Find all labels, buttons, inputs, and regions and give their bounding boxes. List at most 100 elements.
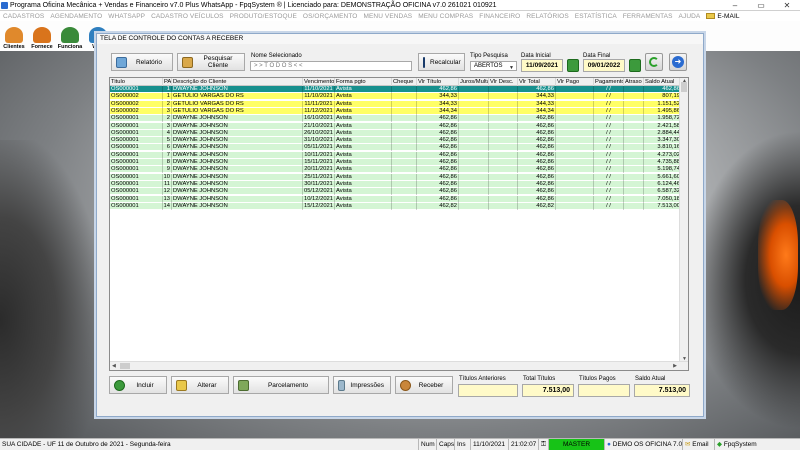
scroll-right-icon[interactable]: ▶ xyxy=(673,363,677,369)
table-cell: 30/11/2021 xyxy=(303,180,335,188)
table-cell: 5.198,74 xyxy=(644,166,682,174)
table-cell xyxy=(624,151,644,159)
table-row[interactable]: OS000001 2 DWAYNE JOHNSON 16/10/2021 Avista 4… xyxy=(110,115,686,123)
toolbar-button[interactable]: Fornece xyxy=(28,21,56,51)
column-header[interactable]: Vlr Título xyxy=(417,78,459,86)
employee-icon xyxy=(61,27,79,43)
column-header[interactable]: Atraso xyxy=(624,78,644,86)
column-header[interactable]: Juros/Multa xyxy=(459,78,489,86)
toolbar-button[interactable]: Funciona xyxy=(56,21,84,51)
data-inicial-field[interactable]: 11/09/2021 xyxy=(521,59,563,72)
table-cell xyxy=(624,137,644,145)
table-row[interactable]: OS000001 9 DWAYNE JOHNSON 20/11/2021 Avista 4… xyxy=(110,166,686,174)
table-cell: 15/12/2021 xyxy=(303,202,335,210)
menu-item[interactable]: FINANCEIRO xyxy=(476,13,523,20)
column-header[interactable]: PA xyxy=(163,78,172,86)
edit-icon xyxy=(176,379,187,391)
alterar-button[interactable]: Alterar xyxy=(171,376,229,394)
menu-item[interactable]: MENU COMPRAS xyxy=(415,13,476,20)
status-email[interactable]: ✉ Email xyxy=(682,439,714,450)
table-cell xyxy=(459,122,489,130)
column-header[interactable]: Vlr Total xyxy=(518,78,556,86)
column-header[interactable]: Descrição do Cliente xyxy=(172,78,303,86)
table-row[interactable]: OS000001 8 DWAYNE JOHNSON 15/11/2021 Avista 4… xyxy=(110,159,686,166)
calendar-icon[interactable] xyxy=(567,59,579,72)
status-fpq[interactable]: ◆ FpqSystem xyxy=(714,439,800,450)
table-cell: 462,86 xyxy=(644,86,682,93)
table-cell: OS000001 xyxy=(110,159,163,166)
refresh-button[interactable] xyxy=(645,53,663,71)
table-cell: DWAYNE JOHNSON xyxy=(172,188,303,196)
table-row[interactable]: OS000001 3 DWAYNE JOHNSON 21/10/2021 Avista 4… xyxy=(110,122,686,130)
nome-selecionado-field[interactable]: > > T O D O S < < xyxy=(250,61,412,71)
menu-item[interactable]: AJUDA xyxy=(676,13,704,20)
table-cell xyxy=(624,100,644,108)
maximize-icon[interactable]: ▭ xyxy=(748,0,774,11)
table-cell xyxy=(489,86,518,93)
nome-selecionado-label: Nome Selecionado xyxy=(251,53,302,59)
column-header[interactable]: Vencimento xyxy=(303,78,335,86)
impressoes-button[interactable]: Impressões xyxy=(333,376,391,394)
table-cell: Avista xyxy=(335,173,392,181)
menu-item[interactable]: MENU VENDAS xyxy=(360,13,415,20)
receber-button[interactable]: Receber xyxy=(395,376,453,394)
menu-item[interactable]: FERRAMENTAS xyxy=(620,13,676,20)
column-header[interactable]: Saldo Atual xyxy=(644,78,682,86)
grid-header: Titulo PA Descrição do Cliente Vencimento Fo… xyxy=(110,78,686,86)
table-row[interactable]: OS000001 1 DWAYNE JOHNSON 11/10/2021 Avista 4… xyxy=(110,86,686,93)
parcelamento-button[interactable]: Parcelamento xyxy=(233,376,329,394)
table-row[interactable]: OS000002 2 GETULIO VARGAS DO RS 11/11/2021 A… xyxy=(110,100,686,108)
menu-item[interactable]: ESTATÍSTICA xyxy=(572,13,620,20)
titles-grid[interactable]: Titulo PA Descrição do Cliente Vencimento Fo… xyxy=(109,77,689,371)
table-row[interactable]: OS000002 3 GETULIO VARGAS DO RS 11/12/2021 A… xyxy=(110,107,686,115)
table-cell: OS000001 xyxy=(110,166,163,174)
table-row[interactable]: OS000001 4 DWAYNE JOHNSON 26/10/2021 Avista 4… xyxy=(110,129,686,137)
table-row[interactable]: OS000001 13 DWAYNE JOHNSON 10/12/2021 Avista… xyxy=(110,195,686,203)
table-row[interactable]: OS000001 11 DWAYNE JOHNSON 30/11/2021 Avista… xyxy=(110,180,686,188)
table-cell: 462,86 xyxy=(518,166,556,174)
column-header[interactable]: Pagamento xyxy=(594,78,624,86)
email-menu-item[interactable]: E-MAIL xyxy=(703,13,742,20)
vertical-scrollbar[interactable]: ▲ ▼ xyxy=(679,78,688,362)
column-header[interactable]: Vlr Desc. xyxy=(489,78,518,86)
data-final-field[interactable]: 09/01/2022 xyxy=(583,59,625,72)
menu-item[interactable]: PRODUTO/ESTOQUE xyxy=(227,13,300,20)
incluir-button[interactable]: Incluir xyxy=(109,376,167,394)
table-cell: 10/12/2021 xyxy=(303,195,335,203)
toolbar-button[interactable]: Clientes xyxy=(0,21,28,51)
pesquisar-cliente-button[interactable]: Pesquisar Cliente xyxy=(177,53,245,71)
menu-item[interactable]: OS/ORÇAMENTO xyxy=(300,13,361,20)
scrollbar-thumb[interactable] xyxy=(681,82,687,92)
menu-item[interactable]: CADASTRO VEÍCULOS xyxy=(148,13,227,20)
horizontal-scrollbar[interactable]: ◀ ▶ xyxy=(110,361,688,370)
table-row[interactable]: OS000001 14 DWAYNE JOHNSON 15/12/2021 Avista… xyxy=(110,202,686,210)
table-cell: 15/11/2021 xyxy=(303,159,335,166)
column-header[interactable]: Titulo xyxy=(110,78,163,86)
table-row[interactable]: OS000002 1 GETULIO VARGAS DO RS 11/10/2021 A… xyxy=(110,93,686,101)
table-cell: Avista xyxy=(335,137,392,145)
column-header[interactable]: Cheque xyxy=(392,78,417,86)
table-cell xyxy=(392,202,417,210)
table-row[interactable]: OS000001 10 DWAYNE JOHNSON 25/11/2021 Avista… xyxy=(110,173,686,181)
scroll-left-icon[interactable]: ◀ xyxy=(112,363,116,369)
column-header[interactable]: Vlr Pago xyxy=(556,78,594,86)
table-row[interactable]: OS000001 6 DWAYNE JOHNSON 05/11/2021 Avista 4… xyxy=(110,144,686,152)
table-row[interactable]: OS000001 12 DWAYNE JOHNSON 05/12/2021 Avista… xyxy=(110,188,686,196)
menu-item[interactable]: AGENDAMENTO xyxy=(47,13,105,20)
table-row[interactable]: OS000001 7 DWAYNE JOHNSON 10/11/2021 Avista 4… xyxy=(110,151,686,159)
next-button[interactable]: ➜ xyxy=(669,53,687,71)
menu-item[interactable]: RELATÓRIOS xyxy=(523,13,571,20)
scrollbar-thumb[interactable] xyxy=(120,363,130,369)
calendar-icon[interactable] xyxy=(629,59,641,72)
close-icon[interactable]: ✕ xyxy=(774,0,800,11)
menu-item[interactable]: CADASTROS xyxy=(0,13,47,20)
relatorio-button[interactable]: Relatório xyxy=(111,53,173,71)
tipo-pesquisa-select[interactable]: ABERTOS ▼ xyxy=(470,61,517,71)
installments-icon xyxy=(238,379,249,391)
column-header[interactable]: Forma pgto xyxy=(335,78,392,86)
minimize-icon[interactable]: – xyxy=(722,0,748,11)
menu-item[interactable]: WHATSAPP xyxy=(105,13,148,20)
recalcular-button[interactable]: Recalcular xyxy=(418,53,465,71)
table-cell xyxy=(489,195,518,203)
table-row[interactable]: OS000001 5 DWAYNE JOHNSON 31/10/2021 Avista 4… xyxy=(110,137,686,145)
